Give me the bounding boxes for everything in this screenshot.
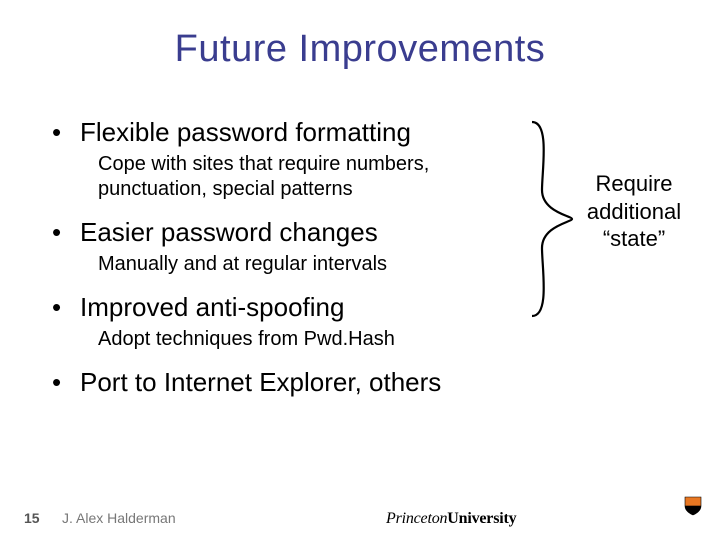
bullet-item: • Flexible password formatting <box>50 118 550 148</box>
bullet-subtext: Manually and at regular intervals <box>98 252 518 277</box>
logo-part-italic: Princeton <box>386 510 447 527</box>
bullet-dot-icon: • <box>50 294 80 320</box>
bullet-text: Port to Internet Explorer, others <box>80 368 441 398</box>
bullet-item: • Improved anti-spoofing <box>50 293 550 323</box>
page-number: 15 <box>24 510 40 526</box>
bullet-text: Improved anti-spoofing <box>80 293 344 323</box>
bullet-subtext: Adopt techniques from Pwd.Hash <box>98 327 518 352</box>
bullet-dot-icon: • <box>50 119 80 145</box>
bullet-item: • Easier password changes <box>50 218 550 248</box>
slide-footer: 15 J. Alex Halderman PrincetonUniversity <box>0 502 720 526</box>
brace-annotation: Require additional “state” <box>574 170 694 253</box>
shield-icon <box>684 496 702 516</box>
bullet-text: Easier password changes <box>80 218 378 248</box>
bullet-text: Flexible password formatting <box>80 118 411 148</box>
bullet-dot-icon: • <box>50 219 80 245</box>
footer-author: J. Alex Halderman <box>62 510 176 526</box>
bullet-subtext: Cope with sites that require numbers, pu… <box>98 152 518 202</box>
curly-brace-icon <box>528 120 576 318</box>
logo-part-bold: University <box>447 510 516 527</box>
slide-title: Future Improvements <box>0 0 720 71</box>
bullet-item: • Port to Internet Explorer, others <box>50 368 550 398</box>
slide-content: • Flexible password formatting Cope with… <box>50 108 550 398</box>
bullet-dot-icon: • <box>50 369 80 395</box>
slide: Future Improvements • Flexible password … <box>0 0 720 540</box>
princeton-logo: PrincetonUniversity <box>386 510 516 528</box>
